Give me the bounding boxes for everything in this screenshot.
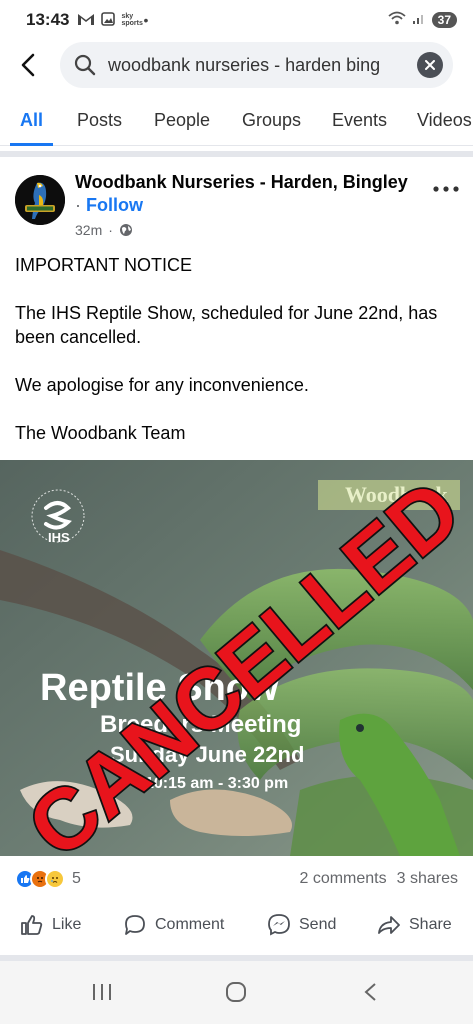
messenger-icon xyxy=(268,914,290,936)
search-icon xyxy=(74,54,96,76)
signal-icon xyxy=(412,11,426,30)
close-icon xyxy=(425,60,435,70)
thumbs-up-icon xyxy=(21,915,43,935)
follow-button[interactable]: · Follow xyxy=(75,195,143,216)
gmail-icon xyxy=(77,12,95,29)
recent-apps-button[interactable] xyxy=(82,977,122,1007)
tab-posts[interactable]: Posts xyxy=(77,96,122,146)
comment-label: Comment xyxy=(155,916,225,933)
back-arrow-icon xyxy=(21,53,35,77)
back-nav-icon xyxy=(364,983,376,1001)
like-button[interactable]: Like xyxy=(20,913,81,937)
home-button[interactable] xyxy=(216,977,256,1007)
home-icon xyxy=(226,982,246,1002)
share-button[interactable]: Share xyxy=(377,913,452,937)
tab-groups[interactable]: Groups xyxy=(242,96,301,146)
share-icon xyxy=(378,916,400,934)
post-image[interactable]: IHS Woodbank Reptile Show Breeders Meeti… xyxy=(0,460,473,856)
shares-count[interactable]: 3 shares xyxy=(397,870,458,888)
post-paragraph: The IHS Reptile Show, scheduled for June… xyxy=(15,303,438,347)
sky-sports-icon: sky sports xyxy=(121,13,143,27)
page-name[interactable]: Woodbank Nurseries - Harden, Bingley xyxy=(75,172,408,193)
send-button[interactable]: Send xyxy=(267,913,336,937)
share-label: Share xyxy=(409,916,452,933)
search-query[interactable]: woodbank nurseries - harden bing xyxy=(108,55,417,76)
post-actions: Like Comment Send Share xyxy=(0,904,473,946)
section-divider xyxy=(0,151,473,157)
post-time[interactable]: 32m xyxy=(75,222,102,238)
search-header: woodbank nurseries - harden bing xyxy=(0,40,473,90)
comment-icon xyxy=(125,915,145,935)
reactions-row: 5 2 comments 3 shares xyxy=(0,864,473,894)
status-bar: 13:43 sky sports • 37 xyxy=(0,0,473,40)
dot-icon: • xyxy=(143,12,149,28)
reaction-icons[interactable] xyxy=(15,869,65,889)
clear-search-button[interactable] xyxy=(417,52,443,78)
ihs-label: IHS xyxy=(48,530,70,545)
engagement-stats: 2 comments 3 shares xyxy=(299,870,458,888)
status-notifications: sky sports • xyxy=(77,11,149,29)
status-right: 37 xyxy=(388,11,457,30)
tab-events[interactable]: Events xyxy=(332,96,387,146)
system-nav-bar xyxy=(0,961,473,1024)
post-text: IMPORTANT NOTICE The IHS Reptile Show, s… xyxy=(15,253,455,445)
search-input[interactable]: woodbank nurseries - harden bing xyxy=(60,42,453,88)
tab-videos[interactable]: Videos xyxy=(417,96,472,146)
comments-count[interactable]: 2 comments xyxy=(299,870,386,888)
post-meta: 32m · xyxy=(75,222,133,238)
post-paragraph: The Woodbank Team xyxy=(15,423,186,443)
send-label: Send xyxy=(299,916,337,933)
post-header: Woodbank Nurseries - Harden, Bingley · F… xyxy=(0,166,473,246)
back-button[interactable] xyxy=(0,41,56,89)
post-paragraph: IMPORTANT NOTICE xyxy=(15,255,193,275)
reaction-count[interactable]: 5 xyxy=(72,870,81,888)
status-time: 13:43 xyxy=(26,10,70,29)
wifi-icon xyxy=(388,11,406,30)
like-label: Like xyxy=(52,916,82,933)
back-nav-button[interactable] xyxy=(350,977,390,1007)
follow-label: Follow xyxy=(86,195,144,215)
sad-reaction-icon xyxy=(45,869,65,889)
post-paragraph: We apologise for any inconvenience. xyxy=(15,375,309,395)
battery-indicator: 37 xyxy=(431,12,457,28)
photo-icon xyxy=(101,11,116,29)
tab-people[interactable]: People xyxy=(154,96,210,146)
page-avatar[interactable] xyxy=(15,175,65,225)
recent-apps-icon xyxy=(93,984,111,1000)
more-options-button[interactable] xyxy=(433,172,459,198)
more-icon xyxy=(433,186,459,192)
tab-all[interactable]: All xyxy=(9,96,54,146)
search-tabs: All Posts People Groups Events Videos xyxy=(0,96,473,146)
comment-button[interactable]: Comment xyxy=(123,913,224,937)
globe-icon xyxy=(119,224,132,236)
